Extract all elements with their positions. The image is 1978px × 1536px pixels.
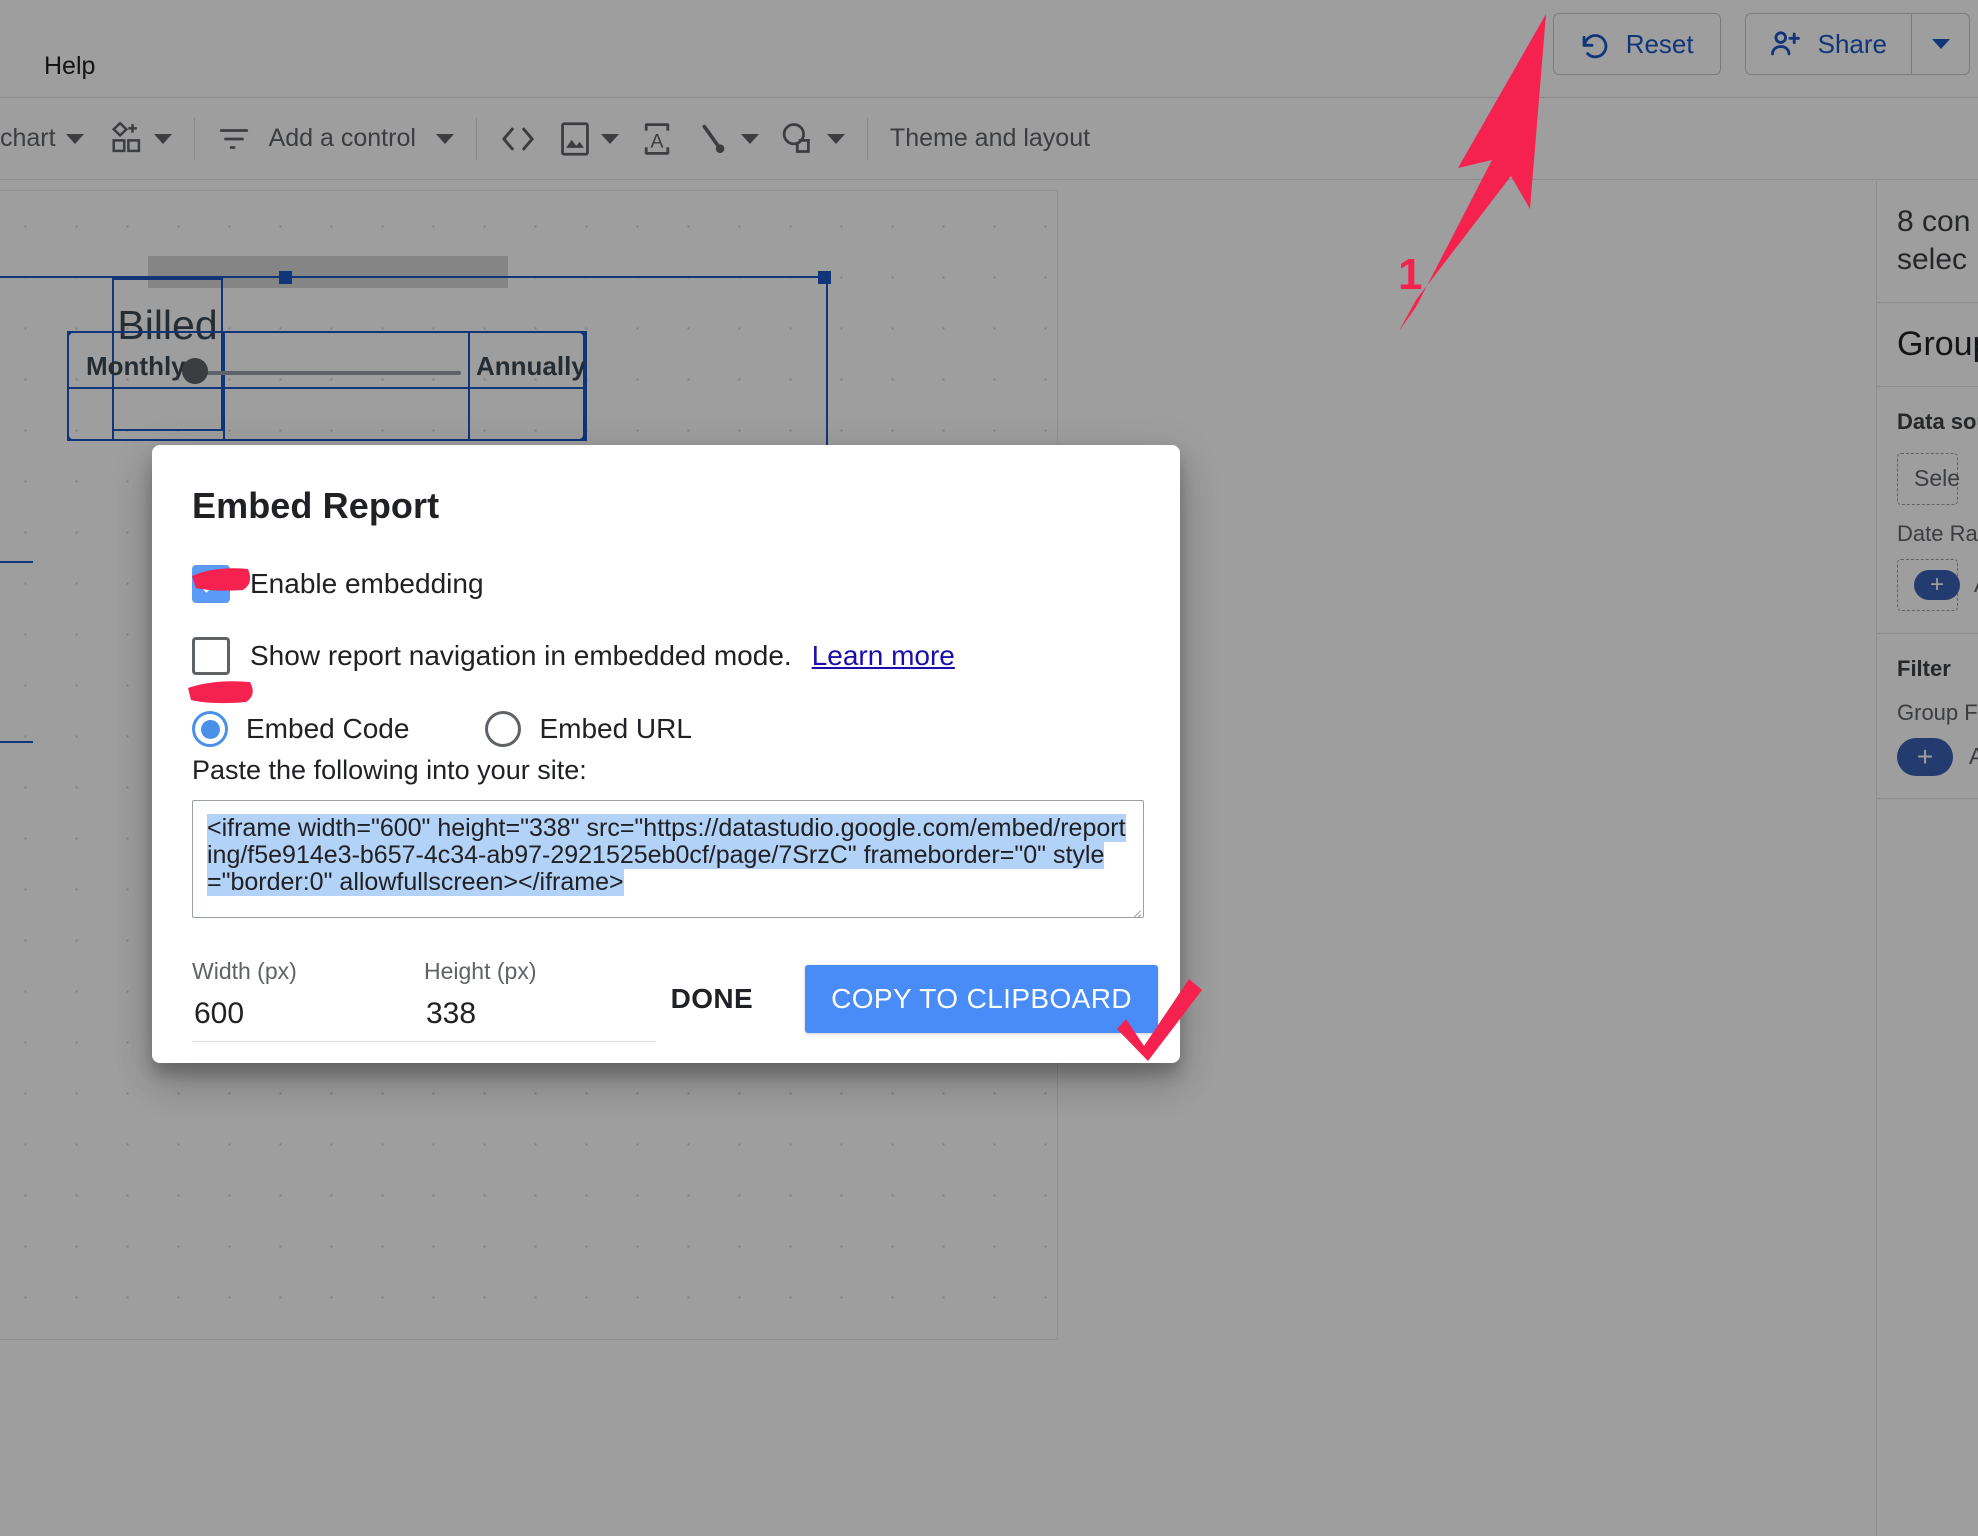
height-field-group: Height (px) <box>424 958 656 1042</box>
copy-to-clipboard-button[interactable]: COPY TO CLIPBOARD <box>805 965 1158 1033</box>
dialog-title: Embed Report <box>192 485 440 526</box>
width-label: Width (px) <box>192 958 297 984</box>
embed-url-label: Embed URL <box>539 713 692 744</box>
embed-code-selected-text: <iframe width="600" height="338" src="ht… <box>207 814 1126 896</box>
done-button[interactable]: DONE <box>645 967 780 1031</box>
embed-code-radio[interactable] <box>192 711 228 747</box>
width-input[interactable] <box>192 985 424 1042</box>
height-label: Height (px) <box>424 958 537 984</box>
checkmark-icon <box>198 570 221 593</box>
width-field-group: Width (px) <box>192 958 424 1042</box>
show-navigation-label: Show report navigation in embedded mode. <box>250 640 792 671</box>
dialog-actions: DONE COPY TO CLIPBOARD <box>645 965 1158 1033</box>
paste-instruction: Paste the following into your site: <box>192 755 587 785</box>
embed-code-tail-text: </iframe> <box>517 868 624 896</box>
show-navigation-checkbox[interactable] <box>192 637 230 675</box>
app-root: e Help Reset <box>0 0 1978 1536</box>
embed-code-label: Embed Code <box>246 713 410 744</box>
radio-dot-icon <box>200 719 220 739</box>
embed-type-radio-group: Embed Code Embed URL <box>192 711 1142 747</box>
embed-url-radio[interactable] <box>485 711 522 747</box>
enable-embedding-label: Enable embedding <box>250 568 484 599</box>
height-input[interactable] <box>424 985 656 1042</box>
enable-embedding-row: Enable embedding <box>192 565 1142 603</box>
textarea-resize-handle[interactable] <box>1125 899 1141 915</box>
enable-embedding-checkbox[interactable] <box>192 565 230 603</box>
embed-code-textarea[interactable]: <iframe width="600" height="338" src="ht… <box>192 800 1144 918</box>
learn-more-link[interactable]: Learn more <box>812 640 955 672</box>
embed-code-content: <iframe width="600" height="338" src="ht… <box>207 814 1131 896</box>
show-navigation-row: Show report navigation in embedded mode.… <box>192 637 1142 675</box>
embed-report-dialog: Embed Report Enable embedding Show repor… <box>152 445 1180 1063</box>
